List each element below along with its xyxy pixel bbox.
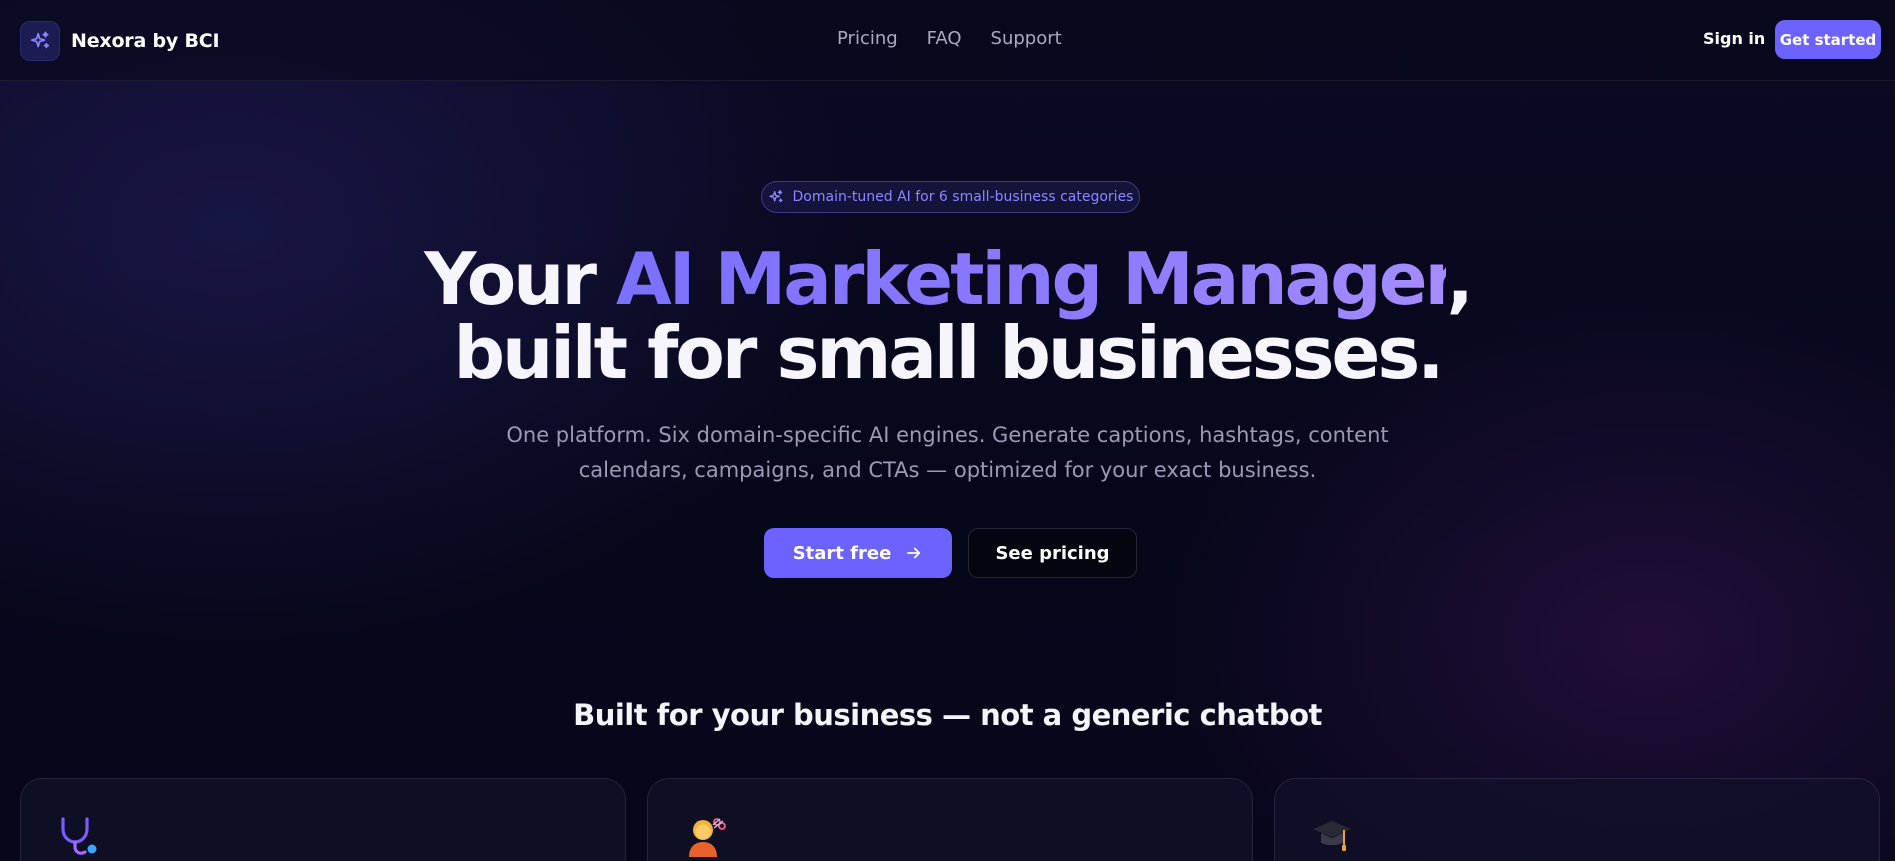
arrow-right-icon xyxy=(905,544,923,562)
hero-title-prefix: Your xyxy=(424,237,617,321)
sparkles-icon xyxy=(20,20,60,61)
hero-title-line-2: built for small businesses. xyxy=(453,311,1444,395)
hero-title-accent: AI Marketing Manager xyxy=(616,237,1449,321)
business-card-salon[interactable] xyxy=(647,778,1253,861)
nav-link-support[interactable]: Support xyxy=(991,28,1062,49)
sparkles-icon xyxy=(768,189,784,205)
section-title: Built for your business — not a generic … xyxy=(573,698,1322,732)
top-nav: Nexora by BCI Pricing FAQ Support Sign i… xyxy=(0,0,1895,81)
start-free-label: Start free xyxy=(792,542,892,564)
hero-title-line-1: Your AI Marketing Manager, xyxy=(0,242,1895,316)
graduation-cap-icon xyxy=(1311,815,1353,857)
nav-link-faq[interactable]: FAQ xyxy=(927,28,962,49)
get-started-button[interactable]: Get started xyxy=(1775,20,1881,59)
business-card-healthcare[interactable] xyxy=(20,778,626,861)
stethoscope-icon xyxy=(57,815,99,857)
start-free-button[interactable]: Start free xyxy=(764,528,952,578)
hero-title-suffix: , xyxy=(1446,237,1473,321)
hero-badge: Domain-tuned AI for 6 small-business cat… xyxy=(761,181,1140,213)
landing-page: Nexora by BCI Pricing FAQ Support Sign i… xyxy=(0,0,1895,861)
nav-links: Pricing FAQ Support xyxy=(837,28,1091,49)
brand[interactable]: Nexora by BCI xyxy=(20,20,220,61)
hero-badge-text: Domain-tuned AI for 6 small-business cat… xyxy=(792,189,1134,205)
haircut-person-icon xyxy=(684,815,726,857)
business-card-education[interactable] xyxy=(1274,778,1880,861)
see-pricing-button[interactable]: See pricing xyxy=(968,528,1137,578)
nav-link-pricing[interactable]: Pricing xyxy=(837,28,898,49)
brand-name: Nexora by BCI xyxy=(71,29,220,52)
hero-title: Your AI Marketing Manager, built for sma… xyxy=(0,242,1895,390)
hero-subtitle: One platform. Six domain-specific AI eng… xyxy=(506,423,1389,482)
sign-in-link[interactable]: Sign in xyxy=(1703,29,1765,48)
